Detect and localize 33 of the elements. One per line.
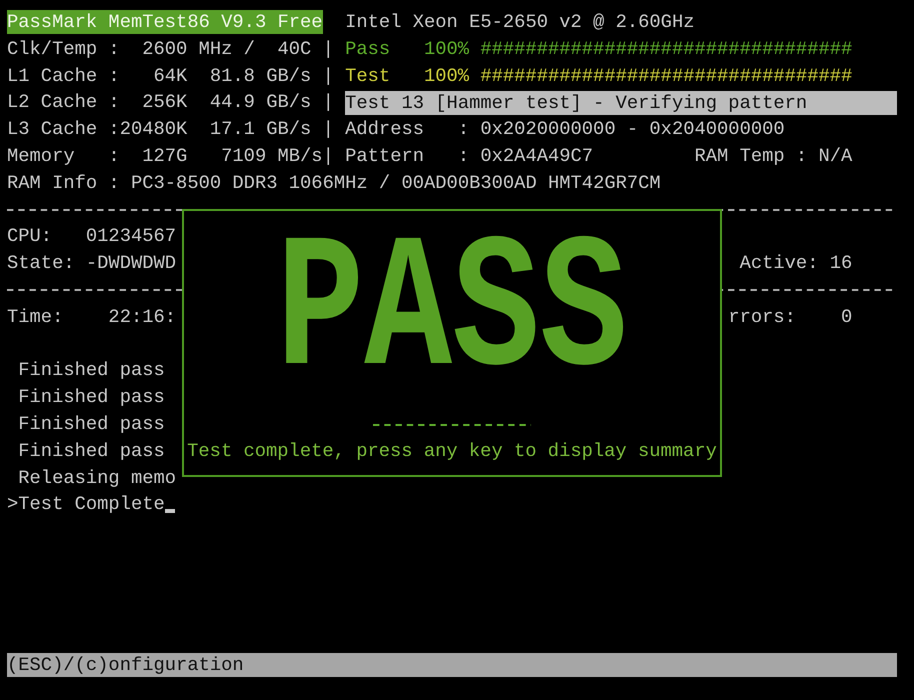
progress-hashes: ################################# — [480, 36, 852, 62]
log-line: Finished pass — [17, 385, 165, 410]
progress-hashes: ################################# — [480, 64, 852, 89]
cpu-list: CPU: 01234567 — [7, 223, 176, 250]
elapsed-time: Time: 22:16: — [7, 306, 176, 328]
progress-percent: 100% — [424, 36, 470, 62]
log-line: Finished pass — [17, 412, 165, 437]
system-info-line: Clk/Temp : 2600 MHz / 40C | — [7, 36, 334, 62]
log-line: Finished pass — [17, 358, 165, 384]
active-count: Active: 16 — [740, 252, 852, 274]
status-bar: (ESC)/(c)onfiguration — [7, 653, 898, 678]
log-line: Finished pass — [17, 438, 165, 464]
progress-label: Test — [345, 64, 390, 89]
pattern-value: Pattern : 0x2A4A49C7 — [345, 144, 594, 167]
ram-temp: RAM Temp : N/A — [694, 144, 852, 169]
dialog-message: Test complete, press any key to display summary — [187, 439, 717, 464]
result-text: PASS — [276, 219, 628, 409]
error-count: rrors: 0 — [728, 304, 852, 330]
system-info-line: L2 Cache : 256K 44.9 GB/s | — [7, 90, 334, 116]
current-test-banner: Test 13 [Hammer test] - Verifying pattern — [345, 90, 898, 115]
cpu-state: State: -DWDWDWD — [7, 252, 176, 274]
text-cursor — [164, 509, 175, 514]
progress-percent: 100% — [424, 64, 470, 89]
log-line: >Test Complete — [7, 492, 165, 518]
cpu-model: Intel Xeon E5-2650 v2 @ 2.60GHz — [345, 10, 694, 35]
system-info-line: L3 Cache :20480K 17.1 GB/s | — [7, 117, 334, 142]
system-info-line: Memory : 127G 7109 MB/s| — [7, 144, 334, 169]
ram-info: RAM Info : PC3-8500 DDR3 1066MHz / 00AD00B300AD HMT42GR7CM — [7, 170, 661, 196]
progress-label: Pass — [345, 36, 390, 62]
app-title: PassMark MemTest86 V9.3 Free — [7, 10, 323, 34]
log-line: Releasing memo — [17, 466, 176, 491]
system-info-line: L1 Cache : 64K 81.8 GB/s | — [7, 64, 334, 89]
address-range: Address : 0x2020000000 - 0x2040000000 — [345, 117, 785, 142]
